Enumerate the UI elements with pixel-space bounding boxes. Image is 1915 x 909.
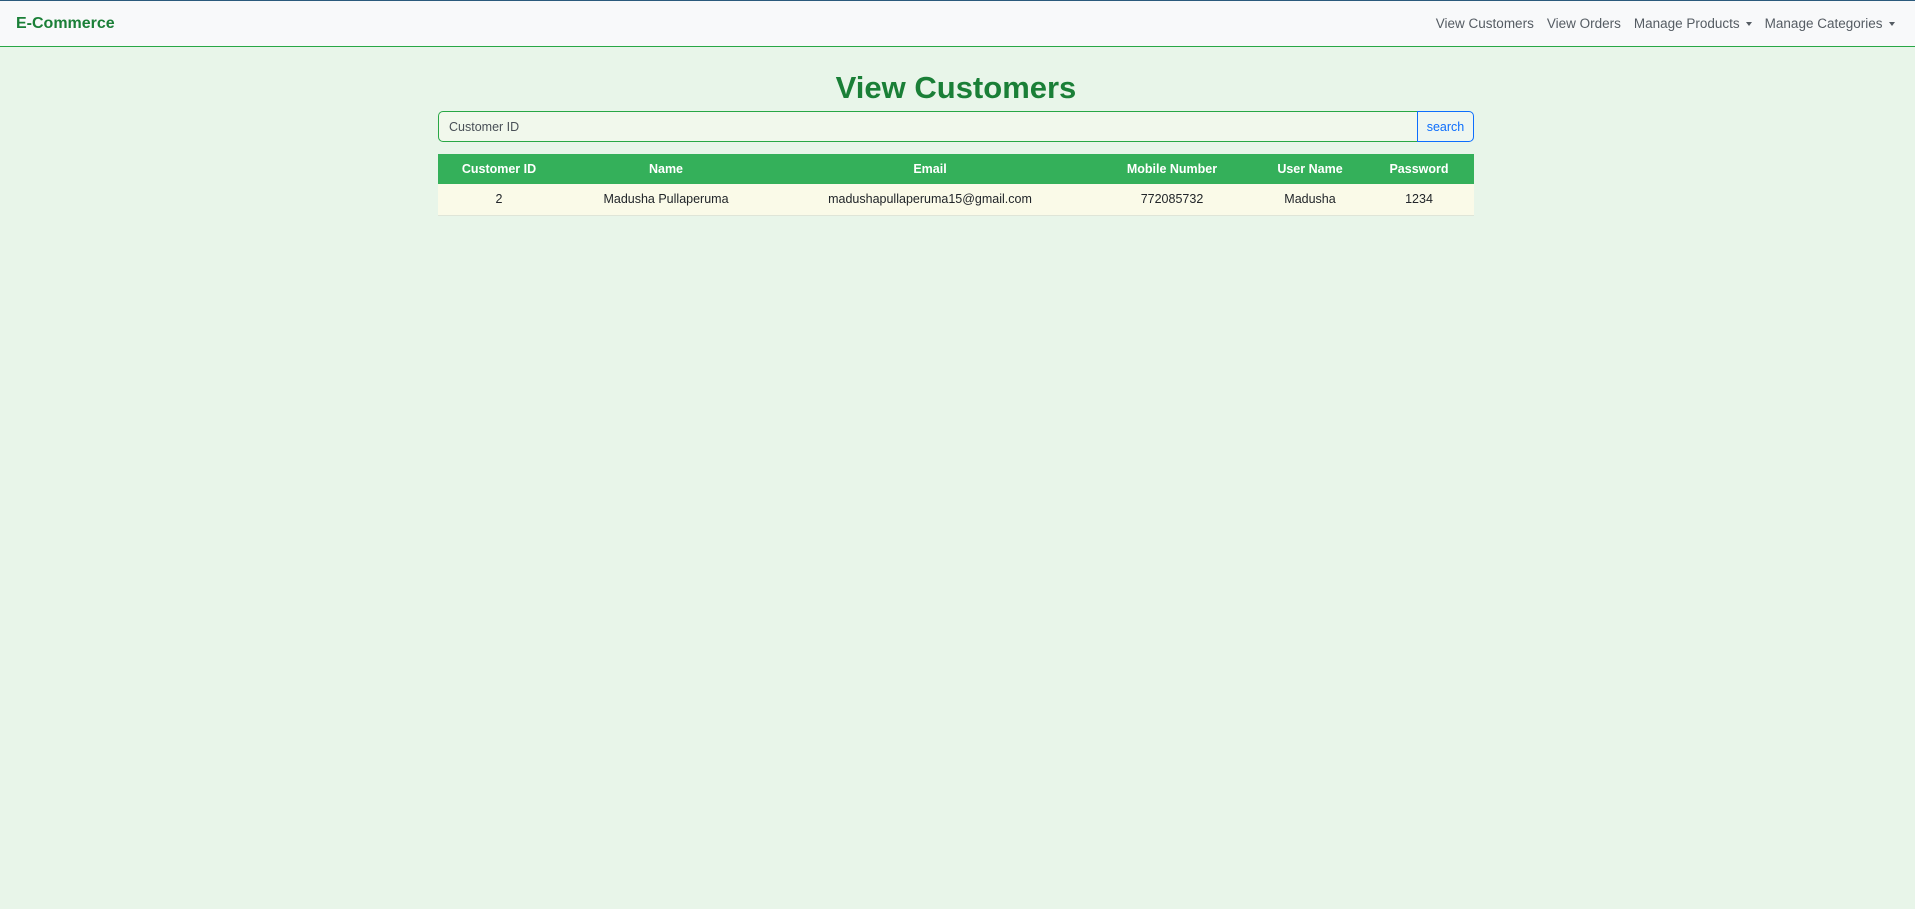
search-group: search xyxy=(438,111,1474,142)
nav-manage-products-dropdown[interactable]: Manage Products xyxy=(1627,16,1758,31)
table-body: 2 Madusha Pullaperuma madushapullaperuma… xyxy=(438,184,1474,215)
nav-view-customers[interactable]: View Customers xyxy=(1429,16,1540,31)
cell-mobile-number: 772085732 xyxy=(1140,192,1204,207)
cell-password: 1234 xyxy=(1405,192,1433,207)
header-password: Password xyxy=(1389,162,1449,176)
table-header: Customer ID Name Email Mobile Number Use… xyxy=(438,154,1474,184)
table-row: 2 Madusha Pullaperuma madushapullaperuma… xyxy=(438,184,1474,215)
caret-down-icon xyxy=(1888,22,1895,26)
table-header-row: Customer ID Name Email Mobile Number Use… xyxy=(438,154,1474,184)
search-button[interactable]: search xyxy=(1417,111,1474,142)
header-mobile-number: Mobile Number xyxy=(1126,162,1218,176)
cell-customer-id: 2 xyxy=(495,192,503,207)
caret-down-icon xyxy=(1745,22,1752,26)
nav-view-orders-label: View Orders xyxy=(1546,16,1621,31)
nav-manage-categories-dropdown[interactable]: Manage Categories xyxy=(1758,16,1901,31)
customer-id-search-input[interactable] xyxy=(438,111,1417,142)
customers-table: Customer ID Name Email Mobile Number Use… xyxy=(438,154,1474,216)
nav-manage-categories-label: Manage Categories xyxy=(1764,16,1883,31)
header-customer-id: Customer ID xyxy=(461,162,537,176)
brand-link[interactable]: E-Commerce xyxy=(16,15,115,33)
nav-links: View Customers View Orders Manage Produc… xyxy=(1429,16,1901,31)
cell-user-name: Madusha xyxy=(1284,192,1336,207)
cell-email: madushapullaperuma15@gmail.com xyxy=(828,192,1032,207)
header-user-name: User Name xyxy=(1277,162,1343,176)
header-name: Name xyxy=(648,162,684,176)
nav-view-customers-label: View Customers xyxy=(1435,16,1534,31)
nav-manage-products-label: Manage Products xyxy=(1633,16,1740,31)
header-email: Email xyxy=(913,162,947,176)
cell-name: Madusha Pullaperuma xyxy=(603,192,729,207)
page-title: View Customers xyxy=(835,70,1077,105)
nav-view-orders[interactable]: View Orders xyxy=(1540,16,1627,31)
main-content: View Customers search Customer ID Name E… xyxy=(438,47,1474,216)
navbar: E-Commerce View Customers View Orders Ma… xyxy=(0,0,1915,47)
